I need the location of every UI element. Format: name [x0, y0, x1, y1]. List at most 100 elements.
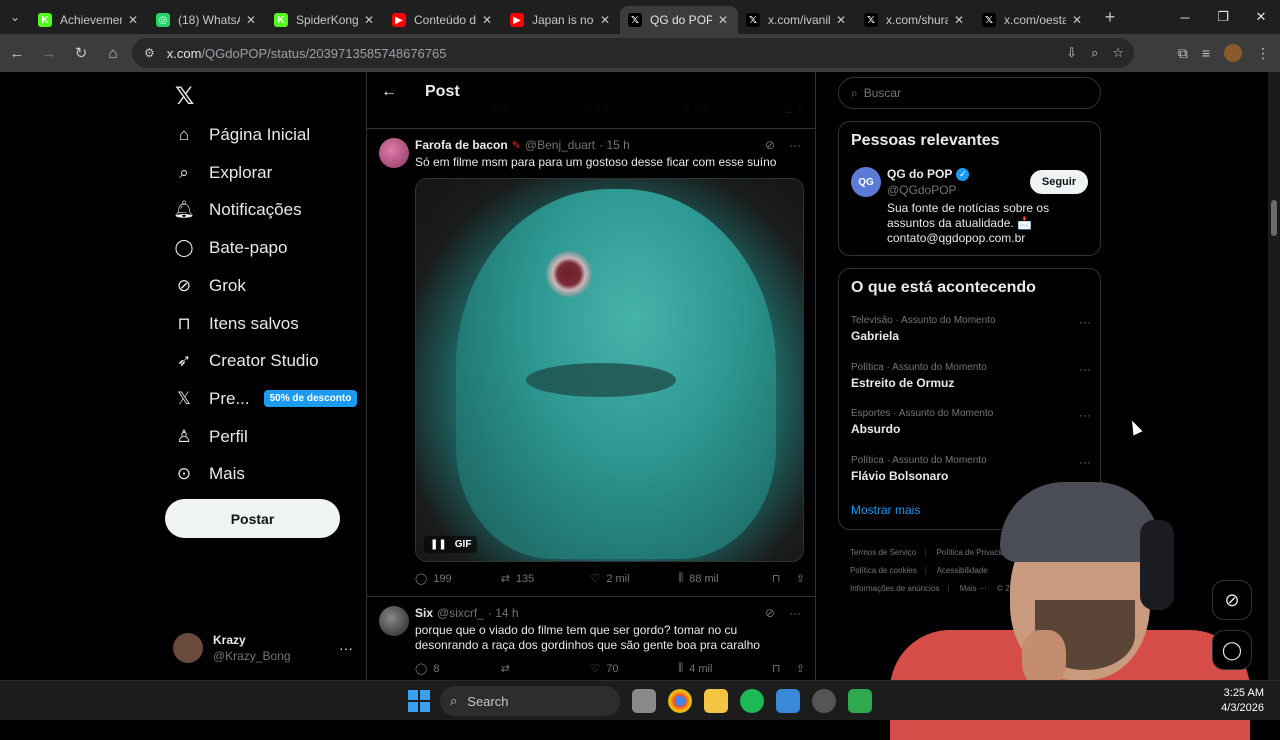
zoom-icon[interactable]: ⌕ — [1091, 45, 1098, 61]
taskbar-search[interactable]: ⌕ Search — [440, 686, 620, 716]
paint-icon[interactable] — [776, 689, 800, 713]
share-button[interactable]: ⇪ — [796, 662, 805, 675]
trend-item[interactable]: Política · Assunto do Momento Estreito de… — [851, 362, 1091, 390]
minimize-button[interactable]: ─ — [1166, 0, 1204, 34]
browser-tab[interactable]: K SpiderKong S ✕ — [266, 6, 384, 34]
scrollbar-thumb[interactable] — [1271, 200, 1277, 236]
profile-avatar[interactable] — [1224, 44, 1242, 62]
system-clock[interactable]: 3:25 AM 4/3/2026 — [1221, 686, 1264, 716]
account-switcher[interactable]: Krazy @Krazy_Bong ··· — [173, 628, 353, 668]
address-bar[interactable]: ⚙ x.com/QGdoPOP/status/20397135857486767… — [132, 38, 1134, 68]
chrome-icon[interactable] — [668, 689, 692, 713]
maximize-button[interactable]: ❐ — [1204, 0, 1242, 34]
trend-more-icon[interactable]: ··· — [1079, 315, 1091, 329]
nav-item-grok[interactable]: ⊘ Grok — [173, 267, 246, 305]
chrome-menu-icon[interactable]: ⋮ — [1256, 45, 1270, 62]
bookmark-star-icon[interactable]: ☆ — [1112, 45, 1124, 61]
messages-fab-button[interactable]: ◯ — [1212, 630, 1252, 670]
search-input[interactable]: ⌕ Buscar — [838, 77, 1101, 109]
tweet[interactable]: Six @sixcrf_ · 14 h ⊘ ··· porque que o v… — [367, 596, 815, 680]
extensions-icon[interactable]: ⧉ — [1178, 45, 1188, 62]
gif-badge[interactable]: ❚❚ GIF — [424, 536, 478, 553]
grok-icon[interactable]: ⊘ — [765, 606, 775, 620]
browser-tab[interactable]: ◎ (18) WhatsAp ✕ — [148, 6, 266, 34]
trend-item[interactable]: Política · Assunto do Momento Flávio Bols… — [851, 455, 1091, 483]
relevant-name-text[interactable]: QG do POP — [887, 167, 952, 181]
nav-item-more-circle[interactable]: ⊙ Mais — [173, 455, 245, 493]
like-button[interactable]: ♡ 70 — [590, 662, 678, 676]
tab-close-icon[interactable]: ✕ — [952, 13, 966, 27]
nav-item-bookmark[interactable]: ⊓ Itens salvos — [173, 305, 298, 343]
tab-close-icon[interactable]: ✕ — [598, 13, 612, 27]
home-button[interactable]: ⌂ — [98, 38, 128, 68]
back-button[interactable]: ← — [2, 38, 32, 68]
bookmark-button[interactable]: ⊓ — [772, 662, 796, 675]
browser-tab[interactable]: K Achievement ✕ — [30, 6, 148, 34]
nav-item-rocket[interactable]: ➶ Creator Studio — [173, 342, 319, 380]
account-more-icon[interactable]: ··· — [339, 640, 353, 656]
tab-close-icon[interactable]: ✕ — [1070, 13, 1084, 27]
retweet-button[interactable]: ⇄ — [501, 662, 591, 675]
reply-button[interactable]: ◯ 199 — [415, 572, 501, 586]
retweet-button[interactable]: ⇄ 135 — [501, 572, 591, 586]
views-button[interactable]: ⫼ 88 mil — [678, 572, 772, 585]
browser-tab[interactable]: 𝕏x.com/shuraf ✕ — [856, 6, 974, 34]
tab-close-icon[interactable]: ✕ — [716, 13, 730, 27]
more-options-icon[interactable]: ··· — [789, 138, 801, 152]
browser-tab[interactable]: 𝕏x.com/oestac ✕ — [974, 6, 1092, 34]
back-arrow-icon[interactable]: ← — [381, 83, 397, 101]
relevant-avatar[interactable]: QG — [851, 167, 881, 197]
tab-close-icon[interactable]: ✕ — [480, 13, 494, 27]
views-button[interactable]: ⫼ 4 mil — [678, 662, 772, 675]
follow-button[interactable]: Seguir — [1030, 170, 1088, 194]
tab-search-menu-button[interactable]: ⌄ — [0, 0, 30, 34]
premium-discount-badge[interactable]: 50% de desconto — [263, 390, 358, 408]
nav-item-x-premium[interactable]: 𝕏 Pre... 50% de desconto — [173, 380, 358, 418]
tweet-gif-media[interactable]: ❚❚ GIF — [415, 178, 804, 562]
bookmark-button[interactable]: ⊓ — [772, 572, 796, 585]
tweet-author-name[interactable]: Farofa de bacon — [415, 138, 508, 152]
tweet-time[interactable]: · 15 h — [599, 138, 630, 152]
spotify-icon[interactable] — [740, 689, 764, 713]
app-icon[interactable] — [848, 689, 872, 713]
obs-icon[interactable] — [812, 689, 836, 713]
reply-button[interactable]: ◯ 8 — [415, 662, 501, 676]
tab-close-icon[interactable]: ✕ — [244, 13, 258, 27]
tab-close-icon[interactable]: ✕ — [362, 13, 376, 27]
browser-tab[interactable]: 𝕏x.com/ivanild ✕ — [738, 6, 856, 34]
install-app-icon[interactable]: ⇩ — [1066, 45, 1077, 61]
relevant-handle[interactable]: @QGdoPOP — [887, 183, 957, 197]
windows-start-icon[interactable] — [408, 690, 430, 712]
trend-item[interactable]: Esportes · Assunto do Momento Absurdo ··· — [851, 408, 1091, 436]
trend-item[interactable]: Televisão · Assunto do Momento Gabriela ··… — [851, 315, 1091, 343]
grok-fab-button[interactable]: ⊘ — [1212, 580, 1252, 620]
pause-icon[interactable]: ❚❚ — [430, 539, 447, 550]
browser-tab[interactable]: ▶ Japan is not f ✕ — [502, 6, 620, 34]
tweet[interactable]: Farofa de bacon ✎ @Benj_duart · 15 h ⊘ ·… — [367, 128, 815, 590]
forward-button[interactable]: → — [34, 38, 64, 68]
site-info-icon[interactable]: ⚙ — [144, 46, 155, 60]
nav-item-search[interactable]: ⌕ Explorar — [173, 154, 272, 192]
browser-tab[interactable]: ▶ Conteúdo do ✕ — [384, 6, 502, 34]
tweet-author-name[interactable]: Six — [415, 606, 433, 620]
tweet-author-handle[interactable]: @sixcrf_ — [437, 606, 484, 620]
tweet-avatar[interactable] — [379, 606, 409, 636]
tweet-author-handle[interactable]: @Benj_duart — [525, 138, 595, 152]
reload-button[interactable]: ↻ — [66, 38, 96, 68]
post-button[interactable]: Postar — [165, 499, 340, 538]
tab-close-icon[interactable]: ✕ — [834, 13, 848, 27]
trend-more-icon[interactable]: ··· — [1079, 362, 1091, 376]
nav-item-person[interactable]: ♙ Perfil — [173, 418, 247, 456]
task-view-icon[interactable] — [632, 689, 656, 713]
more-options-icon[interactable]: ··· — [789, 606, 801, 620]
nav-item-bell[interactable]: 🔔︎ Notificações — [173, 191, 301, 229]
new-tab-button[interactable]: + — [1096, 7, 1124, 28]
nav-item-home[interactable]: ⌂ Página Inicial — [173, 116, 310, 154]
file-explorer-icon[interactable] — [704, 689, 728, 713]
tweet-avatar[interactable] — [379, 138, 409, 168]
media-controls-icon[interactable]: ≡ — [1202, 45, 1210, 61]
close-window-button[interactable]: ✕ — [1242, 0, 1280, 34]
like-button[interactable]: ♡ 2 mil — [590, 572, 678, 586]
share-button[interactable]: ⇪ — [796, 572, 805, 585]
nav-item-chat[interactable]: ◯ Bate-papo — [173, 229, 287, 267]
